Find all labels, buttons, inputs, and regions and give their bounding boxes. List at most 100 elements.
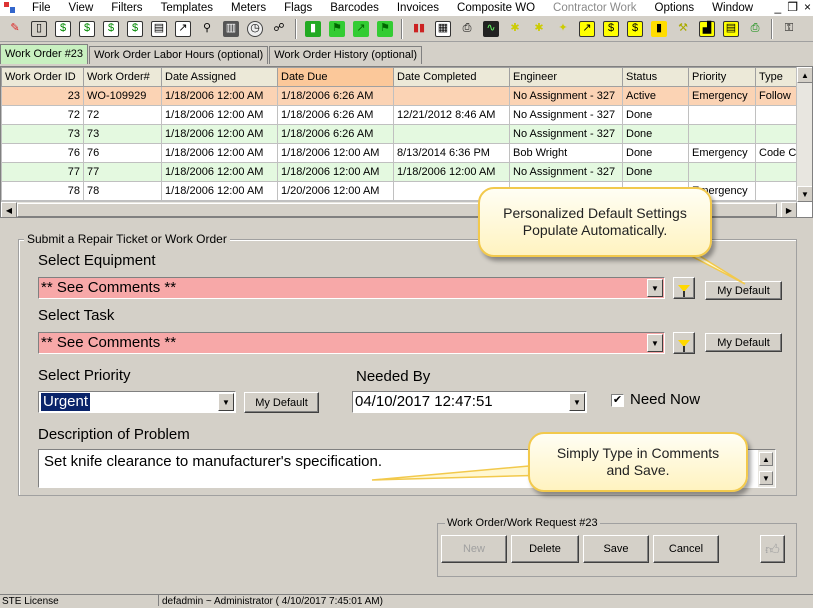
column-header[interactable]: Status — [622, 67, 689, 87]
table-cell: 12/21/2012 8:46 AM — [393, 105, 510, 125]
column-header[interactable]: Date Completed — [393, 67, 510, 87]
task-filter-button[interactable] — [673, 332, 695, 354]
equipment-select[interactable]: ** See Comments ** ▼ — [38, 277, 665, 299]
column-header-sorted[interactable]: Date Due — [277, 67, 394, 87]
column-header[interactable]: Priority — [688, 67, 756, 87]
approve-button[interactable]: 👍︎ — [760, 535, 785, 563]
column-header[interactable]: Work Order# — [83, 67, 162, 87]
needed-by-picker[interactable]: 04/10/2017 12:47:51 ▼ — [352, 391, 587, 413]
printer-icon[interactable]: ⎙ — [456, 18, 478, 40]
scroll-down-button[interactable]: ▼ — [759, 471, 773, 485]
table-cell: 1/18/2006 12:00 AM — [161, 162, 278, 182]
scroll-up-button[interactable]: ▲ — [797, 67, 812, 83]
task-select[interactable]: ** See Comments ** ▼ — [38, 332, 665, 354]
tab-labor-hours[interactable]: Work Order Labor Hours (optional) — [89, 46, 269, 64]
doc-icon[interactable]: ▤ — [148, 18, 170, 40]
barcode-icon[interactable]: ▥ — [220, 18, 242, 40]
table-cell: 78 — [1, 181, 84, 201]
battery-yellow-icon[interactable]: ▮ — [648, 18, 670, 40]
group-title: Submit a Repair Ticket or Work Order — [24, 232, 230, 246]
robot-icon[interactable]: ✱ — [528, 18, 550, 40]
priority-select[interactable]: Urgent ▼ — [38, 391, 236, 413]
chart-icon[interactable]: ∿ — [480, 18, 502, 40]
flag-green-icon[interactable]: ⚑ — [374, 18, 396, 40]
table-row[interactable]: 72 72 1/18/2006 12:00 AM 1/18/2006 6:26 AM 1… — [1, 105, 798, 125]
close-button[interactable]: × — [804, 0, 811, 14]
restore-button[interactable]: ❐ — [787, 0, 798, 14]
battery-icon[interactable]: ▮ — [302, 18, 324, 40]
flag-green-icon[interactable]: ⚑ — [326, 18, 348, 40]
chart-yellow-icon[interactable]: ▟ — [696, 18, 718, 40]
menu-window[interactable]: Window — [703, 0, 762, 16]
scroll-up-button[interactable]: ▲ — [759, 452, 773, 466]
textarea-scrollbar[interactable]: ▲ ▼ — [758, 450, 775, 487]
scroll-left-button[interactable]: ◀ — [1, 202, 17, 217]
priority-default-button[interactable]: My Default — [244, 392, 319, 413]
arrow-yellow-icon[interactable]: ↗ — [576, 18, 598, 40]
column-header[interactable]: Date Assigned — [161, 67, 278, 87]
column-header[interactable]: Type — [755, 67, 798, 87]
dollar-doc-icon[interactable]: $ — [100, 18, 122, 40]
equipment-default-button[interactable]: My Default — [705, 281, 782, 300]
dollar-yellow-icon[interactable]: $ — [600, 18, 622, 40]
status-bar: STE License defadmin ~ Administrator ( 4… — [0, 594, 813, 607]
arrow-doc-icon[interactable]: ↗ — [172, 18, 194, 40]
dollar-doc-icon[interactable]: $ — [124, 18, 146, 40]
table-cell: 1/18/2006 12:00 AM — [161, 143, 278, 163]
scroll-right-button[interactable]: ▶ — [781, 202, 797, 217]
task-default-button[interactable]: My Default — [705, 333, 782, 352]
menu-flags[interactable]: Flags — [275, 0, 321, 16]
calendar-icon[interactable]: ▦ — [432, 18, 454, 40]
dollar-yellow-icon[interactable]: $ — [624, 18, 646, 40]
chart-bar-icon[interactable]: ▮▮ — [408, 18, 430, 40]
vertical-scrollbar[interactable]: ▲ ▼ — [796, 67, 812, 202]
menu-filters[interactable]: Filters — [102, 0, 151, 16]
search-icon[interactable]: ⚲ — [196, 18, 218, 40]
table-row-selected[interactable]: 23 WO-109929 1/18/2006 12:00 AM 1/18/2006 6… — [1, 86, 798, 106]
printer-green-icon[interactable]: ⎙ — [744, 18, 766, 40]
dollar-doc-icon[interactable]: $ — [52, 18, 74, 40]
table-cell — [755, 162, 798, 182]
menu-meters[interactable]: Meters — [222, 0, 275, 16]
new-button[interactable]: New — [441, 535, 507, 563]
dial-icon[interactable]: ◷ — [244, 18, 266, 40]
doc-yellow-icon[interactable]: ▤ — [720, 18, 742, 40]
table-row[interactable]: 73 73 1/18/2006 12:00 AM 1/18/2006 6:26 AM N… — [1, 124, 798, 144]
menu-barcodes[interactable]: Barcodes — [321, 0, 388, 16]
delete-button[interactable]: Delete — [511, 535, 579, 563]
dropdown-arrow-icon[interactable]: ▼ — [647, 279, 663, 297]
arrow-green-icon[interactable]: ↗ — [350, 18, 372, 40]
table-row[interactable]: 76 76 1/18/2006 12:00 AM 1/18/2006 12:00 AM… — [1, 143, 798, 163]
tools-icon[interactable]: ⚒ — [672, 18, 694, 40]
need-now-checkbox[interactable]: ✔ — [611, 394, 624, 407]
app-icon[interactable] — [3, 1, 17, 15]
key-icon[interactable]: ⚿ — [778, 18, 800, 40]
network-icon[interactable]: ☍ — [268, 18, 290, 40]
menu-composite-wo[interactable]: Composite WO — [448, 0, 544, 16]
cancel-button[interactable]: Cancel — [653, 535, 719, 563]
menu-invoices[interactable]: Invoices — [388, 0, 448, 16]
minimize-button[interactable]: _ — [775, 0, 782, 14]
dropdown-arrow-icon[interactable]: ▼ — [647, 334, 663, 352]
save-button[interactable]: Save — [583, 535, 649, 563]
menu-options[interactable]: Options — [646, 0, 704, 16]
trash-icon[interactable]: ▯ — [28, 18, 50, 40]
dollar-doc-icon[interactable]: $ — [76, 18, 98, 40]
table-cell: Done — [622, 143, 689, 163]
tab-history[interactable]: Work Order History (optional) — [269, 46, 423, 64]
menu-file[interactable]: File — [23, 0, 60, 16]
robot-icon[interactable]: ✱ — [504, 18, 526, 40]
table-cell: Active — [622, 86, 689, 106]
equipment-filter-button[interactable] — [673, 277, 695, 299]
column-header[interactable]: Work Order ID — [1, 67, 84, 87]
scroll-down-button[interactable]: ▼ — [797, 186, 812, 202]
sparkle-icon[interactable]: ✦ — [552, 18, 574, 40]
dropdown-arrow-icon[interactable]: ▼ — [569, 393, 585, 411]
menu-templates[interactable]: Templates — [152, 0, 222, 16]
wrench-red-icon[interactable]: ✎ — [4, 18, 26, 40]
column-header[interactable]: Engineer — [509, 67, 623, 87]
table-row[interactable]: 77 77 1/18/2006 12:00 AM 1/18/2006 12:00 AM… — [1, 162, 798, 182]
menu-view[interactable]: View — [60, 0, 103, 16]
dropdown-arrow-icon[interactable]: ▼ — [218, 393, 234, 411]
tab-work-order[interactable]: Work Order #23 — [0, 44, 89, 64]
